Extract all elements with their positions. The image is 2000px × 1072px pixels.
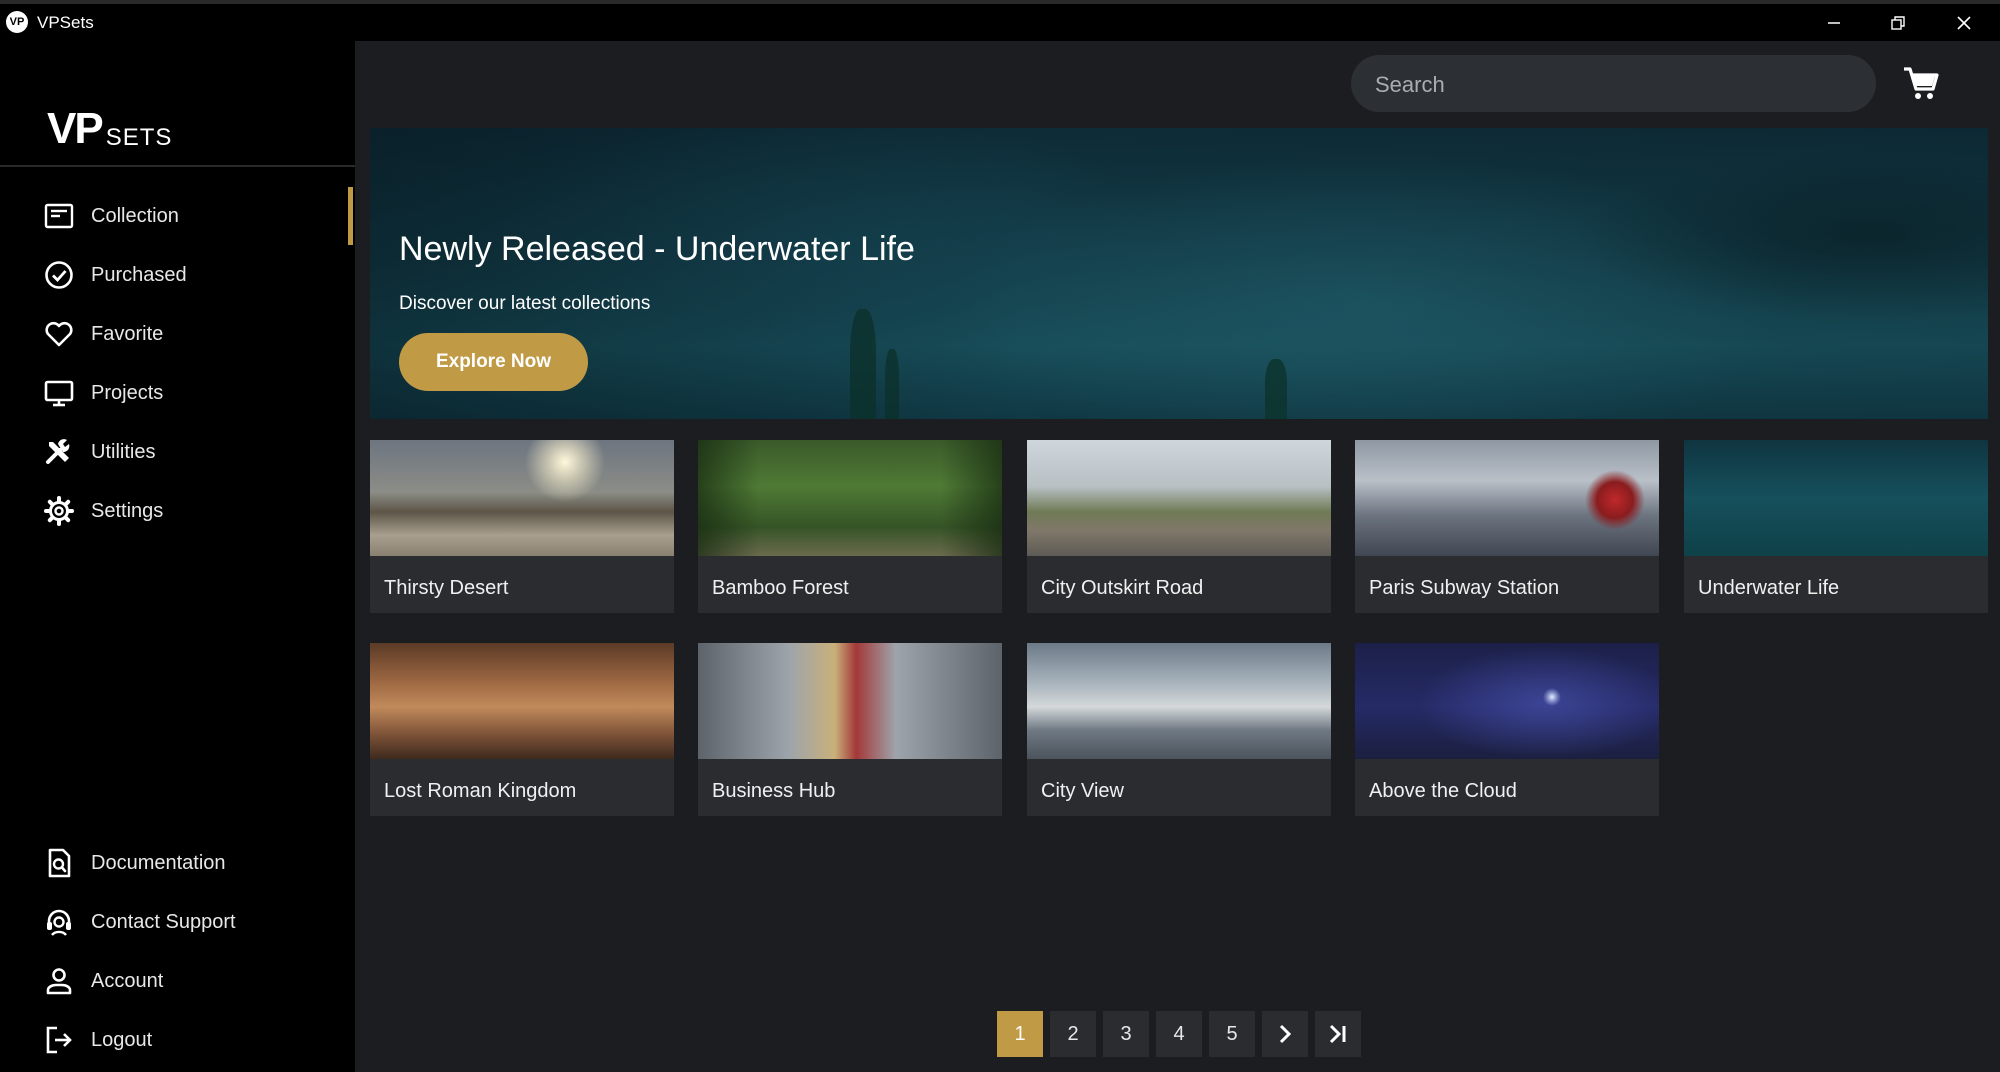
- cart-icon[interactable]: [1901, 64, 1941, 104]
- window-titlebar: VP VPSets: [0, 0, 2000, 41]
- card-thumbnail: [370, 440, 674, 556]
- logo-secondary: SETS: [105, 124, 173, 151]
- collection-card[interactable]: Thirsty Desert: [370, 440, 674, 613]
- sidebar-item-collection[interactable]: Collection: [0, 192, 355, 240]
- user-icon: [42, 964, 76, 998]
- card-thumbnail: [370, 643, 674, 759]
- close-icon: [1957, 15, 1971, 30]
- card-title: City Outskirt Road: [1041, 577, 1204, 599]
- heart-icon: [42, 317, 76, 351]
- collection-card[interactable]: Above the Cloud: [1355, 643, 1659, 816]
- sidebar: VP SETS Collection Purchased Favorite Pr…: [0, 41, 355, 1072]
- card-title: Above the Cloud: [1369, 780, 1517, 802]
- card-title: Paris Subway Station: [1369, 577, 1560, 599]
- page-button[interactable]: 5: [1209, 1011, 1255, 1057]
- collection-card[interactable]: Lost Roman Kingdom: [370, 643, 674, 816]
- card-thumbnail: [698, 440, 1002, 556]
- card-title: Thirsty Desert: [384, 577, 509, 599]
- banner-subtitle: Discover our latest collections: [399, 293, 651, 314]
- sidebar-item-label: Logout: [91, 1028, 153, 1051]
- sidebar-item-favorite[interactable]: Favorite: [0, 310, 355, 358]
- search-input[interactable]: [1373, 55, 1857, 114]
- sidebar-item-settings[interactable]: Settings: [0, 487, 355, 535]
- card-title: Business Hub: [712, 780, 836, 802]
- card-title: Bamboo Forest: [712, 577, 849, 599]
- sidebar-item-logout[interactable]: Logout: [0, 1016, 355, 1064]
- app-icon: VP: [6, 11, 28, 33]
- sidebar-item-label: Projects: [91, 381, 164, 404]
- document-search-icon: [42, 846, 76, 880]
- check-circle-icon: [42, 258, 76, 292]
- banner-title: Newly Released - Underwater Life: [399, 230, 915, 268]
- card-title: Lost Roman Kingdom: [384, 780, 577, 802]
- collection-card[interactable]: City View: [1027, 643, 1331, 816]
- sidebar-item-label: Settings: [91, 499, 164, 522]
- last-page-button[interactable]: [1315, 1011, 1361, 1057]
- page-button[interactable]: 2: [1050, 1011, 1096, 1057]
- card-thumbnail: [1027, 440, 1331, 556]
- card-title: Underwater Life: [1698, 577, 1840, 599]
- titlebar-top-border: [0, 0, 2000, 4]
- sidebar-item-label: Contact Support: [91, 910, 236, 933]
- page-button[interactable]: 3: [1103, 1011, 1149, 1057]
- card-thumbnail: [1027, 643, 1331, 759]
- collection-card[interactable]: Business Hub: [698, 643, 1002, 816]
- page-button[interactable]: 4: [1156, 1011, 1202, 1057]
- monitor-icon: [42, 376, 76, 410]
- minimize-button[interactable]: [1802, 4, 1866, 41]
- collection-card[interactable]: City Outskirt Road: [1027, 440, 1331, 613]
- headset-icon: [42, 905, 76, 939]
- sidebar-item-projects[interactable]: Projects: [0, 369, 355, 417]
- card-thumbnail: [1355, 643, 1659, 759]
- window-title: VPSets: [37, 13, 94, 32]
- logout-icon: [42, 1023, 76, 1057]
- sidebar-item-contact-support[interactable]: Contact Support: [0, 898, 355, 946]
- card-thumbnail: [1684, 440, 1988, 556]
- sidebar-item-label: Account: [91, 969, 164, 992]
- sidebar-item-label: Collection: [91, 204, 179, 227]
- sidebar-item-label: Documentation: [91, 851, 226, 874]
- card-thumbnail: [1355, 440, 1659, 556]
- banner-overlay: [370, 128, 1988, 419]
- sidebar-item-purchased[interactable]: Purchased: [0, 251, 355, 299]
- collection-card[interactable]: Bamboo Forest: [698, 440, 1002, 613]
- sidebar-item-account[interactable]: Account: [0, 957, 355, 1005]
- vpsets-logo[interactable]: VP SETS: [47, 101, 172, 151]
- sidebar-item-documentation[interactable]: Documentation: [0, 839, 355, 887]
- close-button[interactable]: [1932, 4, 1996, 41]
- card-thumbnail: [698, 643, 1002, 759]
- hero-banner: Newly Released - Underwater Life Discove…: [370, 128, 1988, 419]
- tools-icon: [42, 435, 76, 469]
- sidebar-item-label: Purchased: [91, 263, 187, 286]
- gear-icon: [42, 494, 76, 528]
- next-page-button[interactable]: [1262, 1011, 1308, 1057]
- sidebar-item-label: Favorite: [91, 322, 164, 345]
- collection-card[interactable]: Underwater Life: [1684, 440, 1988, 613]
- card-title: City View: [1041, 780, 1124, 802]
- minimize-icon: [1828, 21, 1840, 24]
- logo-primary: VP: [47, 104, 104, 153]
- chevron-right-icon: [1279, 1024, 1292, 1044]
- search-bar[interactable]: [1351, 55, 1876, 114]
- active-indicator: [348, 187, 353, 245]
- sidebar-item-utilities[interactable]: Utilities: [0, 428, 355, 476]
- explore-now-button[interactable]: Explore Now: [399, 333, 588, 391]
- restore-icon: [1891, 15, 1905, 30]
- last-page-icon: [1329, 1024, 1346, 1044]
- page-button[interactable]: 1: [997, 1011, 1043, 1057]
- collection-card[interactable]: Paris Subway Station: [1355, 440, 1659, 613]
- sidebar-divider: [0, 165, 355, 167]
- restore-button[interactable]: [1866, 4, 1930, 41]
- collection-icon: [42, 199, 76, 233]
- sidebar-item-label: Utilities: [91, 440, 156, 463]
